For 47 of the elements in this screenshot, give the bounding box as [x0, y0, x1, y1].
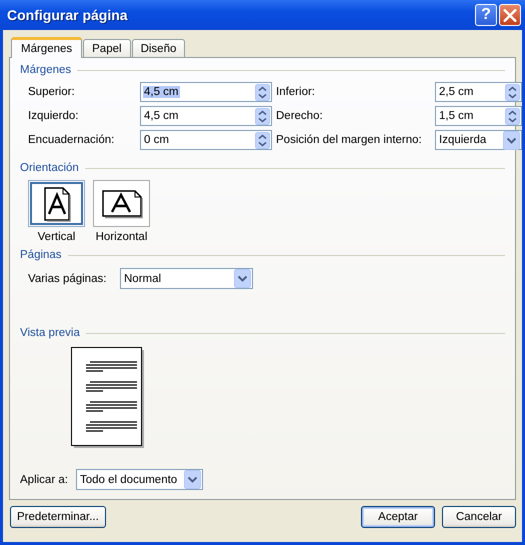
section-heading: Páginas — [20, 249, 62, 261]
spin-field[interactable]: 0 cm — [140, 130, 272, 150]
spin-arrows-icon — [255, 132, 270, 148]
orientation-label: Vertical — [38, 231, 76, 243]
orientation-button[interactable] — [93, 180, 150, 227]
field-label: Aplicar a: — [20, 474, 69, 486]
help-button[interactable]: ? — [475, 4, 497, 26]
field-value: Izquierda — [438, 134, 488, 146]
field-label: Posición del margen interno: — [275, 134, 423, 146]
spin-field[interactable]: 1,5 cm — [435, 106, 522, 126]
spin-field[interactable]: 2,5 cm — [435, 82, 522, 102]
field-label: Izquierdo: — [28, 110, 80, 122]
close-button[interactable] — [499, 4, 521, 26]
field-value: 4,5 cm — [143, 110, 180, 122]
spin-arrows-icon — [255, 108, 270, 124]
push-button[interactable]: Aceptar — [361, 506, 435, 528]
section-heading: Vista previa — [20, 327, 80, 339]
field-label: Derecho: — [275, 110, 324, 122]
spin-arrows-icon — [505, 108, 520, 124]
tab[interactable]: Márgenes — [11, 37, 82, 58]
tab[interactable]: Papel — [83, 39, 131, 57]
field-value: 4,5 cm — [143, 86, 180, 98]
spin-arrows-icon — [505, 84, 520, 100]
field-value: Normal — [123, 272, 162, 284]
field-label: Superior: — [28, 86, 76, 98]
field-label: Inferior: — [275, 86, 316, 98]
spin-field[interactable]: 4,5 cm — [140, 82, 272, 102]
field-label: Varias páginas: — [28, 272, 108, 284]
field-value: 1,5 cm — [438, 110, 475, 122]
field-value: Todo el documento — [79, 474, 178, 486]
spin-field[interactable]: 4,5 cm — [140, 106, 272, 126]
field-value: 2,5 cm — [438, 86, 475, 98]
orientation-label: Horizontal — [96, 231, 148, 243]
tab[interactable]: Diseño — [132, 39, 186, 57]
dropdown-field[interactable]: Todo el documento — [76, 469, 203, 490]
window-title: Configurar página — [7, 7, 128, 23]
spin-arrows-icon — [255, 84, 270, 100]
field-label: Encuadernación: — [28, 134, 116, 146]
landscape-page-icon — [100, 188, 144, 220]
dropdown-field[interactable]: Normal — [120, 268, 253, 289]
push-button[interactable]: Cancelar — [442, 506, 516, 528]
dropdown-field[interactable]: Izquierda — [435, 130, 522, 150]
orientation-button[interactable] — [28, 180, 85, 227]
section-heading: Orientación — [20, 162, 79, 174]
push-button[interactable]: Predeterminar... — [10, 506, 106, 528]
field-value: 0 cm — [143, 134, 170, 146]
section-heading: Márgenes — [20, 64, 72, 76]
